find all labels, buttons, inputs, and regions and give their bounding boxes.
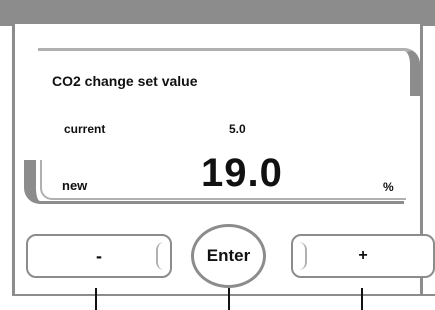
increase-button-leader-line (361, 288, 363, 310)
unit-label: % (383, 180, 394, 194)
enter-button-leader-line (228, 288, 230, 310)
current-value: 5.0 (229, 122, 246, 136)
enter-button[interactable]: Enter (191, 224, 266, 288)
top-bar (0, 0, 435, 26)
increase-button[interactable]: + (291, 234, 435, 278)
decrease-button[interactable]: - (26, 234, 172, 278)
screen-bottom-edge (12, 294, 435, 296)
increase-button-label: + (358, 247, 368, 264)
new-value-display: 19.0 (201, 151, 283, 195)
decrease-button-label: - (96, 245, 102, 266)
decrease-button-leader-line (95, 288, 97, 310)
enter-button-label: Enter (206, 246, 251, 265)
new-label: new (62, 178, 88, 193)
page-title: CO2 change set value (52, 73, 198, 89)
current-label: current (64, 122, 106, 136)
